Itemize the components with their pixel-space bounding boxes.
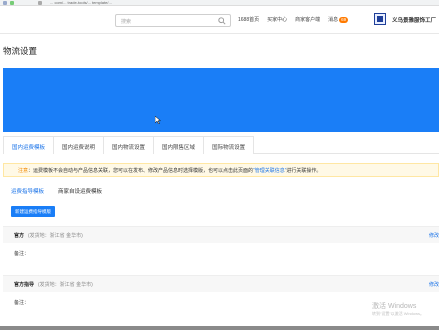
nav-link-buyer-center[interactable]: 买家中心 (267, 16, 287, 23)
search-input[interactable]: 搜索 (115, 14, 231, 27)
nav-link-1688-home[interactable]: 1688首页 (238, 16, 259, 23)
template-name: 官方指导 (14, 282, 35, 288)
tab-domestic-logistics-settings[interactable]: 国内物流设置 (103, 136, 155, 154)
edit-link[interactable]: 修改 (429, 281, 439, 288)
template-card: 官方 (发货地：浙江省 金华市) 修改 备注： (3, 226, 439, 257)
mouse-cursor-icon (155, 116, 161, 124)
subtab-bar: 运费指导模板 商家自设运费模板 (11, 187, 102, 195)
template-card-header: 官方指导 (发货地：浙江省 金华市) (3, 276, 439, 292)
notice-tag: 注意 (18, 168, 29, 174)
lock-icon (38, 1, 42, 5)
nav-links: 1688首页 买家中心 商家客户端 消息 69 (238, 16, 349, 23)
nav-link-seller-client[interactable]: 商家客户端 (295, 16, 320, 23)
messages-label: 消息 (328, 17, 339, 23)
activation-watermark: 激活 Windows (372, 303, 417, 310)
address-bar[interactable]: ... com/... trade-tools/... template/... (50, 0, 112, 5)
shop-logo-icon[interactable] (374, 13, 386, 25)
top-navigation: 搜索 1688首页 买家中心 商家客户端 消息 69 义乌景雅服饰工厂 (0, 6, 439, 34)
promo-banner[interactable] (3, 68, 439, 132)
new-template-button[interactable]: 新建运费指导模版 (11, 206, 55, 217)
subtab-custom-template[interactable]: 商家自设运费模板 (58, 187, 102, 195)
tab-international-logistics[interactable]: 国际物流设置 (203, 136, 255, 154)
search-icon[interactable] (218, 17, 226, 25)
browser-icon (10, 1, 14, 5)
notice-text-end: 进行关联操作。 (286, 168, 322, 174)
ship-from: (发货地：浙江省 金华市) (38, 282, 93, 288)
subtab-guide-template[interactable]: 运费指导模板 (11, 187, 44, 195)
tab-domestic-freight-template[interactable]: 国内运费模板 (3, 136, 55, 154)
page-title: 物流设置 (3, 46, 38, 56)
tab-bar: 国内运费模板 国内运费说明 国内物流设置 国内限售区域 国际物流设置 (3, 136, 439, 154)
template-card-header: 官方 (发货地：浙江省 金华市) (3, 227, 439, 243)
tab-domestic-restricted-areas[interactable]: 国内限售区域 (153, 136, 205, 154)
notice-text: ：运费模板不会自动与产品信息关联，您可以在发布、修改产品信息时选择模版，也可以点… (28, 168, 254, 174)
template-name: 官方 (14, 233, 25, 239)
search-placeholder: 搜索 (121, 19, 132, 25)
tab-domestic-freight-info[interactable]: 国内运费说明 (53, 136, 105, 154)
taskbar (0, 326, 439, 330)
edit-link[interactable]: 修改 (429, 232, 439, 239)
notice-bar: 注意：运费模板不会自动与产品信息关联，您可以在发布、修改产品信息时选择模版，也可… (3, 163, 439, 177)
ship-from: (发货地：浙江省 金华市) (28, 233, 83, 239)
browser-icon (3, 1, 7, 5)
nav-link-messages[interactable]: 消息 69 (328, 16, 349, 23)
template-note: 备注： (14, 251, 30, 257)
messages-badge: 69 (339, 17, 349, 23)
activation-watermark-sub: 转到“设置”以激活 Windows。 (372, 311, 425, 316)
shop-name[interactable]: 义乌景雅服饰工厂 (392, 16, 436, 24)
manage-link[interactable]: “管理关联信息” (253, 168, 286, 174)
